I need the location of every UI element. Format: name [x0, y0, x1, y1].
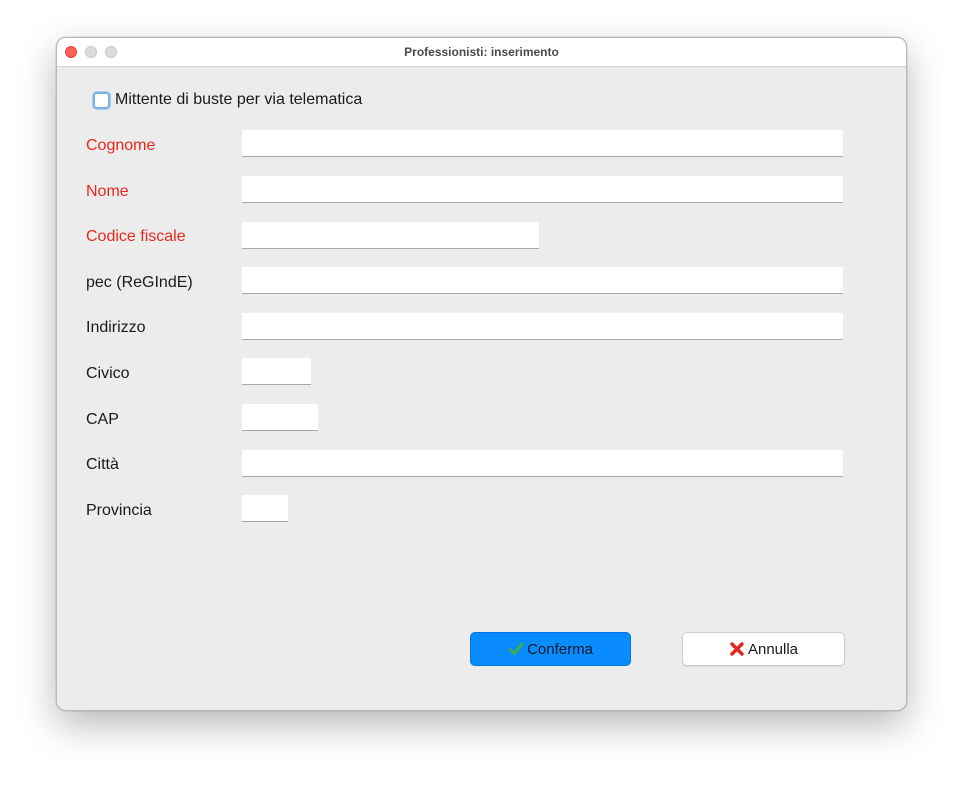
- nome-label: Nome: [86, 183, 129, 200]
- codice-fiscale-field[interactable]: [242, 222, 539, 249]
- telematic-checkbox[interactable]: [93, 91, 110, 109]
- citta-field[interactable]: [242, 450, 843, 477]
- indirizzo-label: Indirizzo: [86, 319, 146, 336]
- cognome-label: Cognome: [86, 137, 156, 154]
- confirm-button[interactable]: Conferma: [470, 632, 631, 666]
- x-icon: [730, 642, 744, 656]
- nome-field[interactable]: [242, 176, 843, 203]
- provincia-field[interactable]: [242, 495, 288, 522]
- cancel-button-label: Annulla: [747, 640, 799, 658]
- cap-field[interactable]: [242, 404, 318, 431]
- codice-fiscale-label: Codice fiscale: [86, 228, 186, 245]
- pec-field[interactable]: [242, 267, 843, 294]
- telematic-checkbox-row[interactable]: Mittente di buste per via telematica: [93, 90, 362, 110]
- dialog-window: Professionisti: inserimento Mittente di …: [56, 37, 907, 711]
- checkmark-icon: [508, 642, 524, 655]
- citta-label: Città: [86, 456, 119, 473]
- cancel-button[interactable]: Annulla: [682, 632, 845, 666]
- cognome-field[interactable]: [242, 130, 843, 157]
- confirm-button-label: Conferma: [527, 640, 593, 658]
- civico-field[interactable]: [242, 358, 311, 385]
- cap-label: CAP: [86, 411, 119, 428]
- pec-label: pec (ReGIndE): [86, 274, 193, 291]
- telematic-checkbox-label[interactable]: Mittente di buste per via telematica: [115, 91, 362, 109]
- provincia-label: Provincia: [86, 502, 152, 519]
- indirizzo-field[interactable]: [242, 313, 843, 340]
- civico-label: Civico: [86, 365, 130, 382]
- title-bar: Professionisti: inserimento: [57, 38, 906, 67]
- window-title: Professionisti: inserimento: [404, 45, 559, 59]
